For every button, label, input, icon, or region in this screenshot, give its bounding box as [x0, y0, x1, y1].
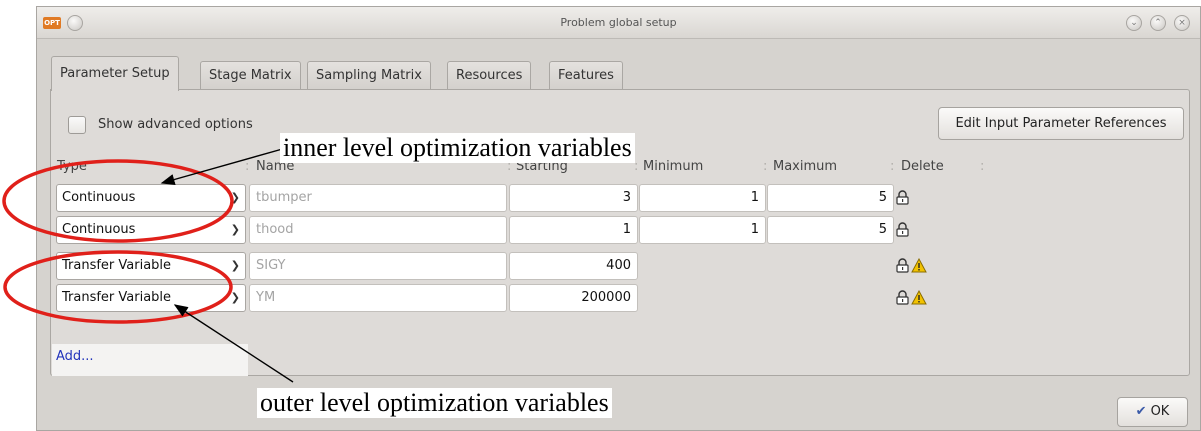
- type-value: Continuous: [62, 190, 136, 205]
- tab-parameter-setup[interactable]: Parameter Setup: [51, 56, 179, 91]
- name-input[interactable]: SIGY: [249, 252, 507, 280]
- type-value: Transfer Variable: [62, 258, 172, 273]
- starting-input[interactable]: 1: [509, 216, 638, 244]
- type-value: Continuous: [62, 222, 136, 237]
- header-type[interactable]: Type: [57, 159, 87, 174]
- check-icon: ✔: [1135, 404, 1147, 419]
- lock-icon[interactable]: [896, 258, 909, 273]
- close-button[interactable]: ×: [1174, 15, 1190, 31]
- close-icon: ×: [1178, 18, 1186, 28]
- header-maximum[interactable]: Maximum: [773, 159, 837, 174]
- tab-resources[interactable]: Resources: [447, 61, 532, 90]
- type-select[interactable]: Transfer Variable ❯: [56, 252, 246, 280]
- add-link[interactable]: Add...: [56, 349, 94, 364]
- chevron-down-icon: ❯: [230, 223, 240, 236]
- lock-icon[interactable]: [896, 222, 909, 237]
- show-advanced-label: Show advanced options: [98, 117, 253, 132]
- inner-level-annotation: inner level optimization variables: [280, 133, 635, 163]
- table-row: Continuous ❯ thood 1 1 5: [51, 216, 1189, 244]
- ok-button[interactable]: ✔ OK: [1117, 397, 1188, 427]
- minimize-button[interactable]: ⌄: [1126, 15, 1142, 31]
- chevron-down-icon: ⌄: [1130, 18, 1138, 28]
- table-row: Transfer Variable ❯ YM 200000: [51, 284, 1189, 312]
- maximum-input[interactable]: 5: [767, 184, 894, 212]
- chevron-down-icon: ❯: [230, 191, 240, 204]
- titlebar: OPT Problem global setup ⌄ ⌃ ×: [37, 7, 1200, 39]
- header-delete[interactable]: Delete: [901, 159, 944, 174]
- window-title: Problem global setup: [560, 16, 677, 29]
- name-input[interactable]: thood: [249, 216, 507, 244]
- warning-icon: [911, 290, 927, 305]
- outer-level-annotation: outer level optimization variables: [257, 388, 612, 418]
- chevron-down-icon: ❯: [230, 291, 240, 304]
- maximize-button[interactable]: ⌃: [1150, 15, 1166, 31]
- name-input[interactable]: YM: [249, 284, 507, 312]
- type-select[interactable]: Continuous ❯: [56, 184, 246, 212]
- starting-input[interactable]: 400: [509, 252, 638, 280]
- show-advanced-checkbox[interactable]: [68, 116, 86, 134]
- lock-icon[interactable]: [896, 190, 909, 205]
- type-select[interactable]: Transfer Variable ❯: [56, 284, 246, 312]
- type-select[interactable]: Continuous ❯: [56, 216, 246, 244]
- name-input[interactable]: tbumper: [249, 184, 507, 212]
- table-row: Transfer Variable ❯ SIGY 400: [51, 252, 1189, 280]
- tab-stage-matrix[interactable]: Stage Matrix: [200, 61, 301, 90]
- starting-input[interactable]: 3: [509, 184, 638, 212]
- minimum-input[interactable]: 1: [639, 184, 766, 212]
- tab-sampling-matrix[interactable]: Sampling Matrix: [307, 61, 431, 90]
- tab-features[interactable]: Features: [549, 61, 623, 90]
- chevron-down-icon: ❯: [230, 259, 240, 272]
- starting-input[interactable]: 200000: [509, 284, 638, 312]
- header-minimum[interactable]: Minimum: [643, 159, 703, 174]
- type-value: Transfer Variable: [62, 290, 172, 305]
- problem-global-setup-window: OPT Problem global setup ⌄ ⌃ × Parameter…: [36, 6, 1201, 431]
- edit-input-parameter-references-button[interactable]: Edit Input Parameter References: [938, 107, 1184, 140]
- minimum-input[interactable]: 1: [639, 216, 766, 244]
- chevron-up-icon: ⌃: [1154, 18, 1162, 28]
- warning-icon: [911, 258, 927, 273]
- maximum-input[interactable]: 5: [767, 216, 894, 244]
- add-row-area: Add...: [52, 344, 248, 376]
- ok-label: OK: [1150, 404, 1170, 419]
- lock-icon[interactable]: [896, 290, 909, 305]
- table-row: Continuous ❯ tbumper 3 1 5: [51, 184, 1189, 212]
